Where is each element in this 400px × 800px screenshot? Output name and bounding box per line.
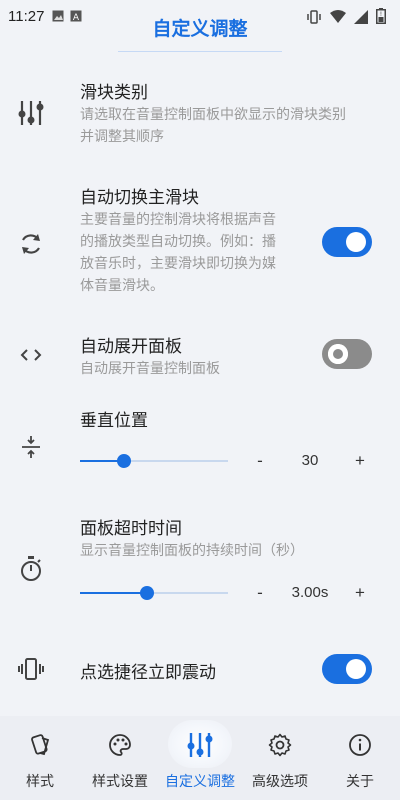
- auto-switch-desc: 主要音量的控制滑块将根据声音 的播放类型自动切换。例如：播 放音乐时，主要滑块即…: [80, 209, 320, 297]
- slider-category-desc-line1: 请选取在音量控制面板中欲显示的滑块类别: [80, 107, 346, 123]
- slider-category-desc-line2: 并调整其顺序: [80, 129, 164, 145]
- page-title: 自定义调整: [152, 18, 248, 40]
- nav-item-custom-adjust[interactable]: 自定义调整: [160, 716, 240, 800]
- tap-vibrate-title: 点选捷径立即震动: [80, 663, 216, 683]
- vertical-align-icon: [14, 430, 48, 464]
- setting-slider-category[interactable]: 滑块类别 请选取在音量控制面板中欲显示的滑块类别 并调整其顺序: [0, 68, 400, 158]
- nav-item-about[interactable]: 关于: [320, 716, 400, 800]
- sync-icon: [14, 227, 48, 261]
- setting-auto-expand[interactable]: 自动展开面板 自动展开音量控制面板: [0, 330, 400, 384]
- nav-item-style[interactable]: 样式: [0, 716, 80, 800]
- panel-timeout-minus-button[interactable]: -: [250, 583, 270, 603]
- setting-auto-switch[interactable]: 自动切换主滑块 主要音量的控制滑块将根据声音 的播放类型自动切换。例如：播 放音…: [0, 175, 400, 315]
- toggle-knob: [328, 344, 348, 364]
- panel-timeout-desc: 显示音量控制面板的持续时间（秒）: [80, 543, 304, 559]
- auto-expand-title: 自动展开面板: [80, 337, 182, 357]
- nav-label-style: 样式: [26, 774, 54, 790]
- toggle-knob: [346, 232, 366, 252]
- slider-category-desc: 请选取在音量控制面板中欲显示的滑块类别 并调整其顺序: [80, 104, 380, 148]
- nav-item-style-settings[interactable]: 样式设置: [80, 716, 160, 800]
- auto-switch-toggle[interactable]: [322, 227, 372, 257]
- auto-expand-toggle[interactable]: [322, 339, 372, 369]
- tap-vibrate-toggle[interactable]: [322, 654, 372, 684]
- nav-label-about: 关于: [346, 774, 374, 790]
- vertical-position-minus-button[interactable]: -: [250, 451, 270, 471]
- vertical-position-title: 垂直位置: [80, 411, 148, 431]
- bottom-nav: 样式 样式设置 自定义调整 高级选项 关于: [0, 716, 400, 800]
- palette-icon: [107, 732, 133, 758]
- sliders-icon: [187, 732, 213, 758]
- auto-switch-desc-line3: 放音乐时，主要滑块即切换为媒: [80, 256, 276, 272]
- panel-timeout-value: 3.00s: [291, 584, 329, 601]
- gear-icon: [267, 732, 293, 758]
- panel-timeout-plus-button[interactable]: +: [350, 583, 370, 603]
- panel-timeout-slider[interactable]: [80, 586, 228, 600]
- nav-label-style-settings: 样式设置: [92, 774, 148, 790]
- setting-panel-timeout: 面板超时时间 显示音量控制面板的持续时间（秒） - 3.00s +: [0, 510, 400, 610]
- slider-category-title: 滑块类别: [80, 83, 148, 103]
- auto-switch-desc-line2: 的播放类型自动切换。例如：播: [80, 234, 276, 250]
- slider-thumb[interactable]: [117, 454, 132, 468]
- toggle-knob: [346, 659, 366, 679]
- auto-switch-title: 自动切换主滑块: [80, 188, 199, 208]
- panel-timeout-title: 面板超时时间: [80, 519, 182, 539]
- nav-label-advanced: 高级选项: [252, 774, 308, 790]
- nav-item-advanced[interactable]: 高级选项: [240, 716, 320, 800]
- vertical-position-slider[interactable]: [80, 454, 228, 468]
- cards-icon: [27, 732, 53, 758]
- title-underline: [118, 51, 282, 52]
- vertical-position-plus-button[interactable]: +: [350, 451, 370, 471]
- code-brackets-icon: [14, 338, 48, 372]
- sliders-icon: [14, 96, 48, 130]
- vibrate-icon: [14, 652, 48, 686]
- info-icon: [347, 732, 373, 758]
- auto-switch-desc-line1: 主要音量的控制滑块将根据声音: [80, 212, 276, 228]
- setting-tap-vibrate[interactable]: 点选捷径立即震动: [0, 646, 400, 692]
- slider-fill: [80, 592, 147, 594]
- setting-vertical-position: 垂直位置 - 30 +: [0, 402, 400, 482]
- slider-thumb[interactable]: [139, 586, 154, 600]
- auto-switch-desc-line4: 体音量滑块。: [80, 278, 164, 294]
- nav-label-custom-adjust: 自定义调整: [165, 774, 235, 790]
- vertical-position-value: 30: [301, 452, 319, 469]
- timer-icon: [14, 552, 48, 586]
